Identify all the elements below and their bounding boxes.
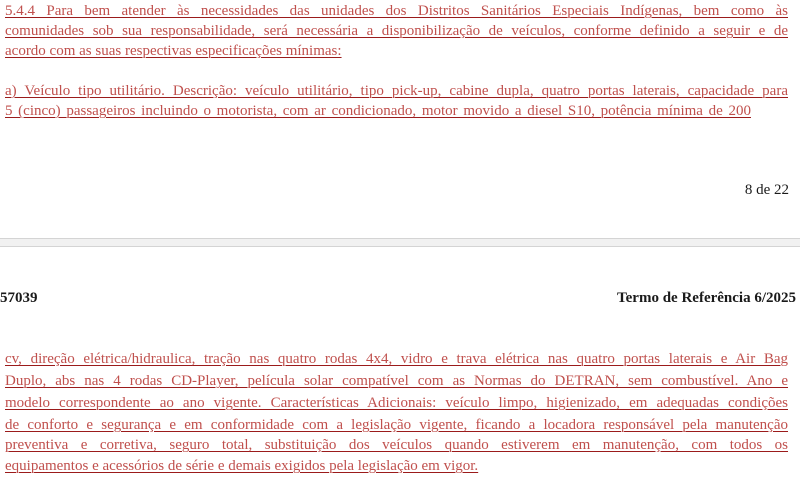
paragraph-5-4-4-line-3: acordo com as suas respectivas especific…	[5, 43, 342, 59]
item-a-line-1: a) Veículo tipo utilitário. Descrição: v…	[5, 83, 788, 99]
page-separator	[0, 238, 800, 247]
header-document-title: Termo de Referência 6/2025	[617, 290, 796, 306]
document-page-top: 5.4.4 Para bem atender às necessidades d…	[0, 0, 800, 238]
item-a-continuation-line-2: Duplo, abs nas 4 rodas CD-Player, pelícu…	[5, 373, 788, 389]
header-process-number: 57039	[0, 290, 38, 306]
page-number: 8 de 22	[744, 182, 789, 198]
item-a-continuation-line-5: preventiva e corretiva, seguro total, su…	[5, 437, 788, 453]
paragraph-5-4-4-line-1: 5.4.4 Para bem atender às necessidades d…	[5, 3, 788, 19]
paragraph-5-4-4-line-2: comunidades sob sua responsabilidade, se…	[5, 23, 788, 39]
item-a-line-2: 5 (cinco) passageiros incluindo o motori…	[5, 103, 751, 119]
item-a-continuation-line-4: de conforto e segurança e em conformidad…	[5, 417, 788, 433]
item-a-continuation-line-3: modelo correspondente ao ano vigente. Ca…	[5, 395, 788, 411]
item-a-continuation-line-6: equipamentos e acessórios de série e dem…	[5, 458, 479, 474]
item-a-continuation-line-1: cv, direção elétrica/hidraulica, tração …	[5, 351, 788, 367]
